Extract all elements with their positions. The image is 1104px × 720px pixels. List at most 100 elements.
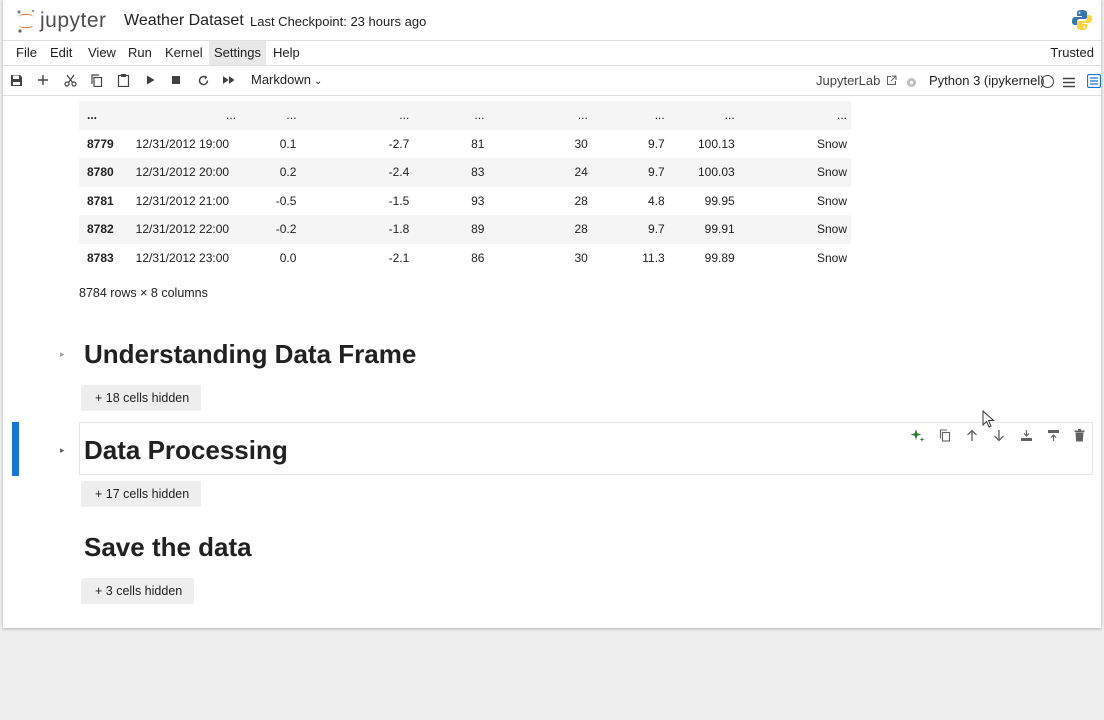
- add-cell-icon[interactable]: [35, 72, 51, 88]
- table-row: 8780 12/31/2012 20:00 0.2 -2.4 83 24 9.7 100.03…: [79, 158, 851, 187]
- row-index-cell: 8779: [87, 136, 114, 151]
- table-cell: 28: [574, 193, 588, 208]
- dataframe-table: ........................... 8779 12/31/201…: [79, 101, 851, 272]
- hidden-cells-button[interactable]: + 17 cells hidden: [81, 481, 202, 507]
- table-cell: Snow: [816, 250, 847, 265]
- jupyterlab-link[interactable]: JupyterLab: [816, 73, 897, 88]
- jupyter-logo-icon: [17, 9, 35, 33]
- table-row: 8783 12/31/2012 23:00 0.0 -2.1 86 30 11.3 99.89…: [79, 244, 851, 273]
- table-cell: 0.2: [279, 165, 297, 180]
- menu-run[interactable]: Run: [123, 41, 157, 65]
- notebook-toolbar: Markdown ⌄ JupyterLab Python 3 (ipykernel…: [3, 66, 1102, 96]
- hidden-cells-label: 17 cells hidden: [105, 487, 190, 501]
- cut-icon[interactable]: [62, 72, 78, 88]
- table-cell: 83: [471, 165, 485, 180]
- table-row: 8782 12/31/2012 22:00 -0.2 -1.8 89 28 9.7 99.91…: [79, 215, 851, 244]
- insert-above-icon[interactable]: [1045, 427, 1061, 443]
- trusted-indicator[interactable]: Trusted: [1046, 41, 1098, 65]
- cell-type-value: Markdown: [251, 72, 311, 87]
- table-cell: ...: [286, 108, 297, 123]
- row-index-cell: 8783: [87, 250, 114, 265]
- active-cell-indicator: [12, 422, 19, 476]
- collapse-caret-icon[interactable]: ▸: [60, 445, 65, 456]
- save-icon[interactable]: [8, 72, 24, 88]
- table-cell: Snow: [816, 136, 847, 151]
- table-cell: 99.95: [704, 193, 735, 208]
- table-cell: ...: [724, 108, 735, 123]
- row-index-cell: 8781: [87, 193, 114, 208]
- fast-forward-icon[interactable]: [221, 72, 237, 88]
- jupyter-logo[interactable]: jupyter: [15, 6, 107, 36]
- row-index-cell: 8780: [87, 165, 114, 180]
- kernel-settings-icon[interactable]: [906, 75, 917, 93]
- menu-kernel[interactable]: Kernel: [160, 41, 208, 65]
- row-index-cell: 8782: [87, 222, 114, 237]
- section-heading: Data Processing: [84, 435, 288, 465]
- table-cell: 99.91: [704, 222, 735, 237]
- duplicate-icon[interactable]: [937, 427, 953, 443]
- table-cell: 12/31/2012 20:00: [135, 165, 230, 180]
- table-cell: -0.5: [275, 193, 297, 208]
- hidden-cells-label: 18 cells hidden: [105, 391, 190, 405]
- hidden-cells-button[interactable]: + 18 cells hidden: [81, 385, 202, 411]
- table-cell: 24: [574, 165, 588, 180]
- menu-view[interactable]: View: [83, 41, 121, 65]
- menu-help[interactable]: Help: [268, 41, 305, 65]
- hamburger-icon[interactable]: [1063, 75, 1075, 93]
- checkpoint-status: Last Checkpoint: 23 hours ago: [250, 14, 427, 29]
- ai-sparkle-icon[interactable]: [909, 427, 925, 443]
- delete-icon[interactable]: [1071, 427, 1087, 443]
- table-cell: 0.1: [279, 136, 297, 151]
- run-icon[interactable]: [142, 72, 158, 88]
- menu-edit[interactable]: Edit: [45, 41, 77, 65]
- table-cell: -1.5: [388, 193, 410, 208]
- hidden-cells-label: 3 cells hidden: [105, 584, 183, 598]
- table-cell: 9.7: [648, 136, 665, 151]
- kernel-status-icon: [1041, 75, 1054, 88]
- table-cell: Snow: [816, 165, 847, 180]
- python-logo-icon: [1071, 9, 1093, 36]
- restart-icon[interactable]: [195, 72, 211, 88]
- top-bar: jupyter Weather Dataset Last Checkpoint:…: [3, 0, 1101, 41]
- table-cell: 30: [574, 136, 588, 151]
- insert-below-icon[interactable]: [1018, 427, 1034, 443]
- menu-file[interactable]: File: [11, 41, 42, 65]
- mouse-cursor-icon: [982, 409, 995, 434]
- table-cell: 28: [574, 222, 588, 237]
- notebook-page: jupyter Weather Dataset Last Checkpoint:…: [3, 0, 1102, 628]
- table-cell: 12/31/2012 23:00: [135, 250, 230, 265]
- table-cell: 99.89: [704, 250, 735, 265]
- collapse-caret-icon[interactable]: ▸: [60, 349, 65, 360]
- table-cell: 100.13: [697, 136, 735, 151]
- plus-icon: +: [95, 487, 106, 501]
- table-cell: -2.7: [388, 136, 410, 151]
- table-cell: -1.8: [388, 222, 410, 237]
- table-cell: 9.7: [648, 165, 665, 180]
- stop-icon[interactable]: [168, 72, 184, 88]
- table-cell: 30: [574, 250, 588, 265]
- table-of-contents-icon[interactable]: [1086, 73, 1102, 93]
- table-cell: -0.2: [275, 222, 297, 237]
- table-cell: Snow: [816, 193, 847, 208]
- logo-text: jupyter: [40, 9, 107, 32]
- move-up-icon[interactable]: [964, 427, 980, 443]
- paste-icon[interactable]: [115, 72, 131, 88]
- kernel-name[interactable]: Python 3 (ipykernel): [929, 73, 1045, 88]
- table-cell: ...: [654, 108, 665, 123]
- table-cell: -2.4: [388, 165, 410, 180]
- external-link-icon: [886, 75, 897, 85]
- section-heading: Understanding Data Frame: [84, 339, 417, 369]
- plus-icon: +: [95, 584, 106, 598]
- table-cell: 0.0: [279, 250, 297, 265]
- table-cell: ...: [474, 108, 485, 123]
- table-cell: ...: [399, 108, 410, 123]
- table-cell: 12/31/2012 22:00: [135, 222, 230, 237]
- cell-type-select[interactable]: Markdown ⌄: [251, 72, 322, 87]
- row-index-cell: ...: [87, 108, 98, 123]
- table-cell: 9.7: [648, 222, 665, 237]
- hidden-cells-button[interactable]: + 3 cells hidden: [81, 578, 195, 604]
- copy-icon[interactable]: [88, 72, 104, 88]
- menu-settings[interactable]: Settings: [209, 41, 266, 65]
- table-cell: Snow: [816, 222, 847, 237]
- notebook-title[interactable]: Weather Dataset: [124, 12, 244, 30]
